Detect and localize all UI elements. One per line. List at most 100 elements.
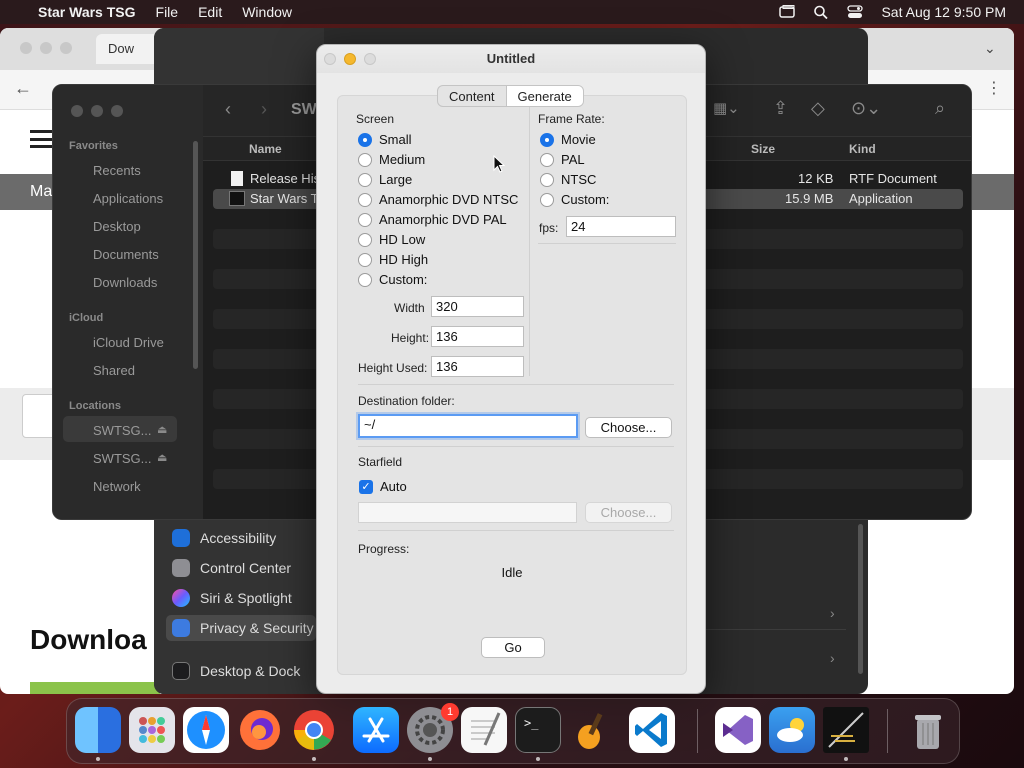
zoom-button[interactable] [60, 42, 72, 54]
terminal-icon[interactable]: >_ [515, 707, 561, 753]
height-used-field[interactable]: 136 [431, 356, 524, 377]
frame-rate-option-custom[interactable]: Custom: [540, 192, 609, 207]
back-chevron-icon[interactable]: ‹ [225, 99, 231, 120]
share-icon[interactable]: ⇪ [773, 98, 788, 119]
back-arrow-icon[interactable]: ← [14, 78, 32, 99]
sidebar-item-swtsg-1[interactable]: SWTSG... [93, 423, 152, 438]
file-size: 15.9 MB [785, 191, 834, 206]
menu-file[interactable]: File [156, 4, 179, 20]
vscode-icon[interactable] [629, 707, 675, 753]
starfield-path-field[interactable] [358, 502, 577, 523]
close-button[interactable] [20, 42, 32, 54]
finder-icon[interactable] [75, 707, 121, 753]
star-wars-tsg-icon[interactable] [823, 707, 869, 753]
screen-option-anamorphic-ntsc[interactable]: Anamorphic DVD NTSC [358, 192, 518, 207]
screen-option-hd-low[interactable]: HD Low [358, 232, 425, 247]
settings-item-desktop-dock[interactable]: Desktop & Dock [166, 658, 316, 684]
radio-selected-icon [540, 132, 554, 147]
destination-choose-button[interactable]: Choose... [585, 417, 672, 438]
height-field[interactable]: 136 [431, 326, 524, 347]
menu-app-name[interactable]: Star Wars TSG [38, 4, 136, 20]
launchpad-icon[interactable] [129, 707, 175, 753]
starfield-choose-button[interactable]: Choose... [585, 502, 672, 523]
close-button[interactable] [71, 105, 83, 117]
chrome-icon[interactable] [291, 707, 337, 753]
sidebar-item-shared[interactable]: Shared [93, 363, 135, 378]
tab-content[interactable]: Content [438, 86, 506, 106]
sidebar-item-desktop[interactable]: Desktop [93, 219, 141, 234]
screen-option-hd-high[interactable]: HD High [358, 252, 428, 267]
weather-icon[interactable] [769, 707, 815, 753]
screen-option-anamorphic-pal[interactable]: Anamorphic DVD PAL [358, 212, 507, 227]
radio-icon [540, 152, 554, 167]
screen-option-custom[interactable]: Custom: [358, 272, 427, 287]
action-more-icon[interactable]: ⊙⌄ [851, 98, 881, 119]
radio-label: Medium [379, 152, 426, 167]
go-button[interactable]: Go [481, 637, 545, 658]
hamburger-menu-icon[interactable] [30, 130, 52, 148]
safari-icon[interactable] [183, 707, 229, 753]
firefox-icon[interactable] [237, 707, 283, 753]
sidebar-item-network[interactable]: Network [93, 479, 141, 494]
frame-rate-option-movie[interactable]: Movie [540, 132, 596, 147]
forward-chevron-icon[interactable]: › [261, 99, 267, 120]
sidebar-item-documents[interactable]: Documents [93, 247, 159, 262]
starfield-auto-checkbox[interactable]: ✓ Auto [359, 479, 407, 494]
sidebar-item-applications[interactable]: Applications [93, 191, 163, 206]
chevron-right-icon[interactable]: › [830, 650, 835, 666]
scrollbar[interactable] [858, 524, 863, 674]
search-icon[interactable]: ⌕ [935, 98, 945, 119]
sidebar-section-locations: Locations [69, 400, 121, 412]
settings-item-siri-spotlight[interactable]: Siri & Spotlight [166, 585, 316, 611]
download-button[interactable] [30, 682, 160, 694]
app-store-icon[interactable] [353, 707, 399, 753]
column-name[interactable]: Name [249, 142, 282, 156]
file-kind: Application [849, 191, 913, 206]
tab-generate[interactable]: Generate [505, 86, 583, 106]
settings-item-control-center[interactable]: Control Center [166, 555, 316, 581]
column-size[interactable]: Size [751, 142, 775, 156]
notification-badge: 1 [441, 703, 459, 721]
sidebar-item-icloud-drive[interactable]: iCloud Drive [93, 335, 164, 350]
sidebar-item-recents[interactable]: Recents [93, 163, 141, 178]
chevron-right-icon[interactable]: › [830, 605, 835, 621]
fps-field[interactable]: 24 [566, 216, 676, 237]
destination-folder-field[interactable]: ~/ [358, 414, 578, 438]
zoom-button[interactable] [111, 105, 123, 117]
settings-item-label: Privacy & Security [200, 620, 314, 636]
settings-row[interactable] [706, 590, 846, 630]
accessibility-icon [172, 529, 190, 547]
sidebar-item-swtsg-2[interactable]: SWTSG... [93, 451, 152, 466]
spotlight-search-icon[interactable] [813, 5, 829, 19]
frame-rate-option-pal[interactable]: PAL [540, 152, 585, 167]
sidebar-scrollbar[interactable] [193, 141, 198, 369]
tag-icon[interactable]: ◇ [811, 98, 825, 119]
window-icon[interactable] [779, 5, 796, 19]
garageband-icon[interactable] [569, 707, 615, 753]
screen-option-small[interactable]: Small [358, 132, 412, 147]
width-field[interactable]: 320 [431, 296, 524, 317]
minimize-button[interactable] [91, 105, 103, 117]
radio-label: Small [379, 132, 412, 147]
more-icon[interactable]: ⋮ [986, 78, 1002, 98]
menu-edit[interactable]: Edit [198, 4, 222, 20]
menu-window[interactable]: Window [242, 4, 292, 20]
column-kind[interactable]: Kind [849, 142, 876, 156]
textedit-icon[interactable] [461, 707, 507, 753]
minimize-button[interactable] [40, 42, 52, 54]
eject-icon[interactable]: ⏏ [157, 451, 167, 464]
screen-option-medium[interactable]: Medium [358, 152, 425, 167]
eject-icon[interactable]: ⏏ [157, 423, 167, 436]
chevron-down-icon[interactable]: ⌄ [984, 40, 996, 57]
frame-rate-option-ntsc[interactable]: NTSC [540, 172, 596, 187]
fps-label: fps: [539, 221, 559, 235]
view-grid-icon[interactable]: ▦⌄ [713, 99, 740, 117]
settings-item-accessibility[interactable]: Accessibility [166, 525, 316, 551]
menu-clock[interactable]: Sat Aug 12 9:50 PM [881, 4, 1006, 20]
visual-studio-icon[interactable] [715, 707, 761, 753]
trash-icon[interactable] [905, 707, 951, 753]
settings-item-privacy-security[interactable]: Privacy & Security [166, 615, 316, 641]
sidebar-item-downloads[interactable]: Downloads [93, 275, 157, 290]
screen-option-large[interactable]: Large [358, 172, 412, 187]
control-center-icon[interactable] [847, 5, 864, 19]
